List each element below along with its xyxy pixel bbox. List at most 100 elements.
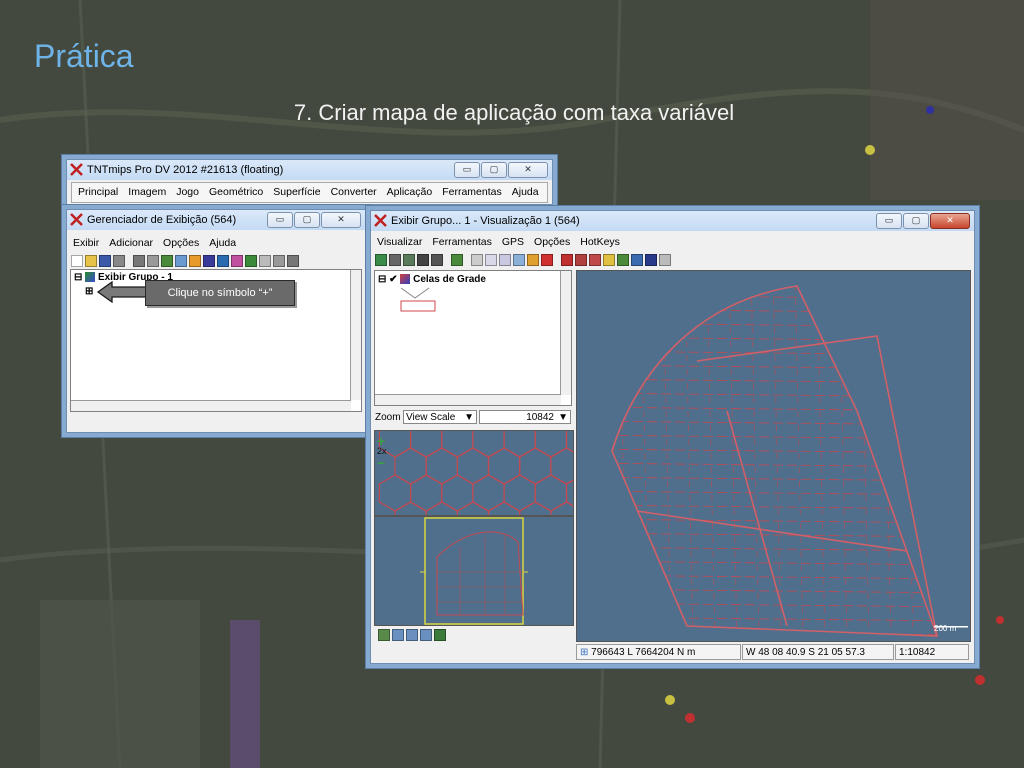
menu-converter[interactable]: Converter bbox=[331, 183, 377, 202]
zoom-back-icon[interactable] bbox=[406, 629, 418, 641]
view-window-titlebar[interactable]: Exibir Grupo... 1 - Visualização 1 (564)… bbox=[371, 211, 974, 231]
car-icon[interactable] bbox=[147, 255, 159, 267]
collapse-toggle[interactable]: ⊟ bbox=[74, 272, 82, 283]
zoom-icon[interactable] bbox=[392, 629, 404, 641]
layer-icon[interactable] bbox=[133, 255, 145, 267]
menu-hotkeys[interactable]: HotKeys bbox=[580, 233, 620, 251]
close-button[interactable]: ✕ bbox=[321, 212, 361, 228]
scatter-icon[interactable] bbox=[659, 254, 671, 266]
camera-icon[interactable] bbox=[431, 254, 443, 266]
list-icon[interactable] bbox=[287, 255, 299, 267]
pencil-icon[interactable] bbox=[603, 254, 615, 266]
shape-icon[interactable] bbox=[217, 255, 229, 267]
menu-visualizar[interactable]: Visualizar bbox=[377, 233, 422, 251]
checkmark-icon[interactable]: ✔ bbox=[389, 274, 397, 285]
minimize-button[interactable]: ▭ bbox=[454, 162, 480, 178]
paint-icon[interactable] bbox=[645, 254, 657, 266]
open-icon[interactable] bbox=[85, 255, 97, 267]
new-icon[interactable] bbox=[71, 255, 83, 267]
maximize-button[interactable]: ▢ bbox=[481, 162, 507, 178]
zoom-value-field[interactable]: 10842 ▼ bbox=[479, 410, 571, 424]
menu-jogo-de-tiles[interactable]: Jogo de Tiles bbox=[176, 183, 199, 236]
fit-icon[interactable] bbox=[389, 254, 401, 266]
save-icon[interactable] bbox=[99, 255, 111, 267]
zoom-preview-pane[interactable] bbox=[374, 430, 574, 516]
menu-ajuda[interactable]: Ajuda bbox=[209, 234, 236, 252]
vector-icon[interactable] bbox=[189, 255, 201, 267]
maximize-button[interactable]: ▢ bbox=[294, 212, 320, 228]
menu-ajuda[interactable]: Ajuda bbox=[512, 183, 539, 202]
menu-aplicacao[interactable]: Aplicação bbox=[387, 183, 433, 202]
layer-list-pane: ⊟ ✔ Celas de Grade bbox=[374, 270, 572, 406]
coords-value: 796643 L 7664204 N m bbox=[591, 647, 696, 658]
add-layer-icon[interactable] bbox=[161, 255, 173, 267]
menu-gps[interactable]: GPS bbox=[502, 233, 524, 251]
cad-icon[interactable] bbox=[203, 255, 215, 267]
add-layer-icon[interactable] bbox=[451, 254, 463, 266]
menu-geometrico[interactable]: Geométrico bbox=[209, 183, 263, 202]
menu-principal[interactable]: Principal bbox=[78, 183, 118, 202]
status-scale: 1:10842 bbox=[895, 644, 969, 660]
scale-bar-label: 200 m bbox=[934, 624, 957, 633]
search-icon[interactable] bbox=[575, 254, 587, 266]
scale-value: 1:10842 bbox=[899, 647, 936, 658]
instruction-callout: Clique no símbolo “+” bbox=[145, 280, 295, 306]
zoom-mode-select[interactable]: View Scale ▼ bbox=[403, 410, 477, 424]
select-icon[interactable] bbox=[471, 254, 483, 266]
search-icon[interactable] bbox=[420, 629, 432, 641]
latlon-value: W 48 08 40.9 S 21 05 57.3 bbox=[746, 647, 865, 658]
menu-ferramentas[interactable]: Ferramentas bbox=[442, 183, 502, 202]
pointer-icon[interactable] bbox=[589, 254, 601, 266]
map-icon[interactable] bbox=[434, 629, 446, 641]
main-window-titlebar[interactable]: TNTmips Pro DV 2012 #21613 (floating) ▭ … bbox=[67, 160, 552, 180]
locator-pane[interactable] bbox=[374, 516, 574, 626]
menu-imagem[interactable]: Imagem bbox=[128, 183, 166, 202]
vertical-scrollbar[interactable] bbox=[350, 270, 361, 400]
map-canvas[interactable] bbox=[576, 270, 971, 642]
sketch-icon[interactable] bbox=[499, 254, 511, 266]
print-icon[interactable] bbox=[113, 255, 125, 267]
gear-icon[interactable] bbox=[561, 254, 573, 266]
chevron-down-icon: ▼ bbox=[558, 412, 568, 423]
stop-icon[interactable] bbox=[541, 254, 553, 266]
horizontal-scrollbar[interactable] bbox=[375, 394, 561, 405]
list-icon[interactable] bbox=[378, 629, 390, 641]
expand-toggle[interactable]: ⊞ bbox=[85, 286, 93, 297]
menu-opcoes[interactable]: Opções bbox=[163, 234, 199, 252]
menu-superficie[interactable]: Superfície bbox=[273, 183, 320, 202]
table-icon[interactable] bbox=[273, 255, 285, 267]
grid-layer-icon bbox=[400, 274, 411, 285]
menu-ferramentas[interactable]: Ferramentas bbox=[432, 233, 492, 251]
layer-label[interactable]: Celas de Grade bbox=[413, 274, 486, 285]
horizontal-scrollbar[interactable] bbox=[71, 400, 351, 411]
view-window: Exibir Grupo... 1 - Visualização 1 (564)… bbox=[370, 210, 975, 664]
gps-icon[interactable] bbox=[527, 254, 539, 266]
layout-icon[interactable] bbox=[631, 254, 643, 266]
locator-toolbar bbox=[374, 626, 574, 644]
zoom-row: Zoom View Scale ▼ 10842 ▼ bbox=[375, 409, 571, 426]
menu-opcoes[interactable]: Opções bbox=[534, 233, 570, 251]
menu-adicionar[interactable]: Adicionar bbox=[109, 234, 153, 252]
tin-icon[interactable] bbox=[245, 255, 257, 267]
edit-icon[interactable] bbox=[617, 254, 629, 266]
maximize-button[interactable]: ▢ bbox=[903, 213, 929, 229]
menu-exibir[interactable]: Exibir bbox=[73, 234, 99, 252]
minimize-button[interactable]: ▭ bbox=[267, 212, 293, 228]
zoom-back-icon[interactable] bbox=[403, 254, 415, 266]
minimize-button[interactable]: ▭ bbox=[876, 213, 902, 229]
close-button[interactable]: ✕ bbox=[930, 213, 970, 229]
zoom-out-icon[interactable]: − bbox=[377, 455, 385, 471]
close-button[interactable]: ✕ bbox=[508, 162, 548, 178]
redraw-icon[interactable] bbox=[375, 254, 387, 266]
binoculars-icon[interactable] bbox=[417, 254, 429, 266]
collapse-toggle[interactable]: ⊟ bbox=[378, 274, 386, 285]
measure-icon[interactable] bbox=[485, 254, 497, 266]
query-icon[interactable] bbox=[513, 254, 525, 266]
raster-icon[interactable] bbox=[175, 255, 187, 267]
vertical-scrollbar[interactable] bbox=[560, 271, 571, 395]
display-manager-title: Gerenciador de Exibição (564) bbox=[87, 214, 237, 226]
display-manager-window: Gerenciador de Exibição (564) ▭ ▢ ✕ Exib… bbox=[66, 209, 366, 433]
grid-icon[interactable] bbox=[231, 255, 243, 267]
display-manager-titlebar[interactable]: Gerenciador de Exibição (564) ▭ ▢ ✕ bbox=[67, 210, 365, 230]
text-icon[interactable] bbox=[259, 255, 271, 267]
